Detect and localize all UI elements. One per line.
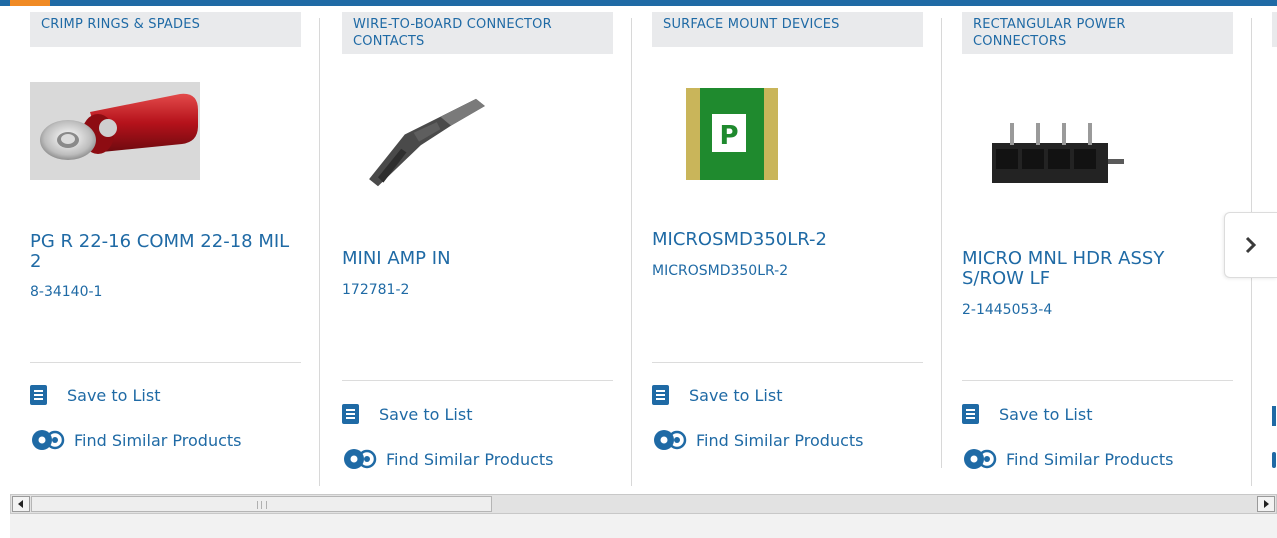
category-label[interactable]: RECTANGULAR POWER CONNECTORS [962,12,1233,54]
checklist-icon [652,385,669,405]
find-similar-button[interactable]: Find Similar Products [342,447,554,471]
save-to-list-button[interactable]: Save to List [652,383,782,407]
smd-marking: P [719,121,738,151]
category-label-partial [1272,12,1277,47]
find-similar-label: Find Similar Products [696,430,864,450]
save-to-list-button[interactable]: Save to List [342,402,472,426]
checklist-icon [1272,406,1276,426]
product-image[interactable]: P [652,86,822,184]
scroll-right-button[interactable] [1257,496,1275,512]
part-number-link[interactable]: 172781-2 [342,282,409,298]
card-divider [319,18,320,486]
find-similar-button[interactable]: Find Similar Products [962,447,1174,471]
footer-area [10,514,1277,538]
product-name-link[interactable]: MICROSMD350LR-2 [652,230,920,250]
product-card: RECTANGULAR POWER CONNECTORS MICRO MNL H… [942,6,1252,486]
checklist-icon [342,404,359,424]
product-name-link[interactable]: MINI AMP IN [342,249,610,269]
find-similar-label: Find Similar Products [1006,449,1174,469]
checklist-icon [30,385,47,405]
product-image[interactable] [962,106,1132,204]
scroll-right-icon [1264,500,1269,508]
save-to-list-label: Save to List [999,404,1093,424]
part-number-link[interactable]: 8-34140-1 [30,284,102,300]
card-separator [652,362,923,363]
gears-icon [964,449,997,469]
scrollbar-thumb[interactable] [31,496,492,512]
find-similar-label: Find Similar Products [74,430,242,450]
scroll-left-button[interactable] [12,496,30,512]
gears-icon [654,430,687,450]
horizontal-scrollbar[interactable] [10,494,1277,514]
category-label[interactable]: SURFACE MOUNT DEVICES [652,12,923,47]
part-number-link[interactable]: MICROSMD350LR-2 [652,263,788,279]
category-label[interactable]: WIRE-TO-BOARD CONNECTOR CONTACTS [342,12,613,54]
product-name-link[interactable]: PG R 22-16 COMM 22-18 MIL 2 [30,232,298,272]
card-separator [30,362,301,363]
product-card: WIRE-TO-BOARD CONNECTOR CONTACTS MINI AM… [322,6,632,486]
gears-icon [344,449,377,469]
product-card: SURFACE MOUNT DEVICES P MICROSMD350LR-2 … [632,6,942,486]
card-separator [962,380,1233,381]
carousel-next-button[interactable] [1224,212,1277,278]
category-label[interactable]: CRIMP RINGS & SPADES [30,12,301,47]
part-number-link[interactable]: 2-1445053-4 [962,302,1052,318]
product-image[interactable] [30,82,200,180]
find-similar-button[interactable]: Find Similar Products [30,428,242,452]
save-to-list-button[interactable]: Save to List [962,402,1092,426]
save-to-list-label: Save to List [67,385,161,405]
scroll-left-icon [18,500,23,508]
save-to-list-label: Save to List [689,385,783,405]
product-carousel: CRIMP RINGS & SPADES PG R 22-16 COMM 22-… [10,6,1277,489]
card-separator [342,380,613,381]
product-image[interactable] [342,90,512,188]
scrollbar-grip [257,501,267,509]
find-similar-button[interactable]: Find Similar Products [652,428,864,452]
find-similar-label: Find Similar Products [386,449,554,469]
save-to-list-label: Save to List [379,404,473,424]
chevron-right-icon [1245,236,1257,254]
gears-icon [32,430,65,450]
checklist-icon [962,404,979,424]
save-to-list-button[interactable]: Save to List [30,383,160,407]
gears-icon [1272,452,1276,468]
product-card: CRIMP RINGS & SPADES PG R 22-16 COMM 22-… [10,6,320,486]
product-name-link[interactable]: MICRO MNL HDR ASSY S/ROW LF [962,249,1230,289]
